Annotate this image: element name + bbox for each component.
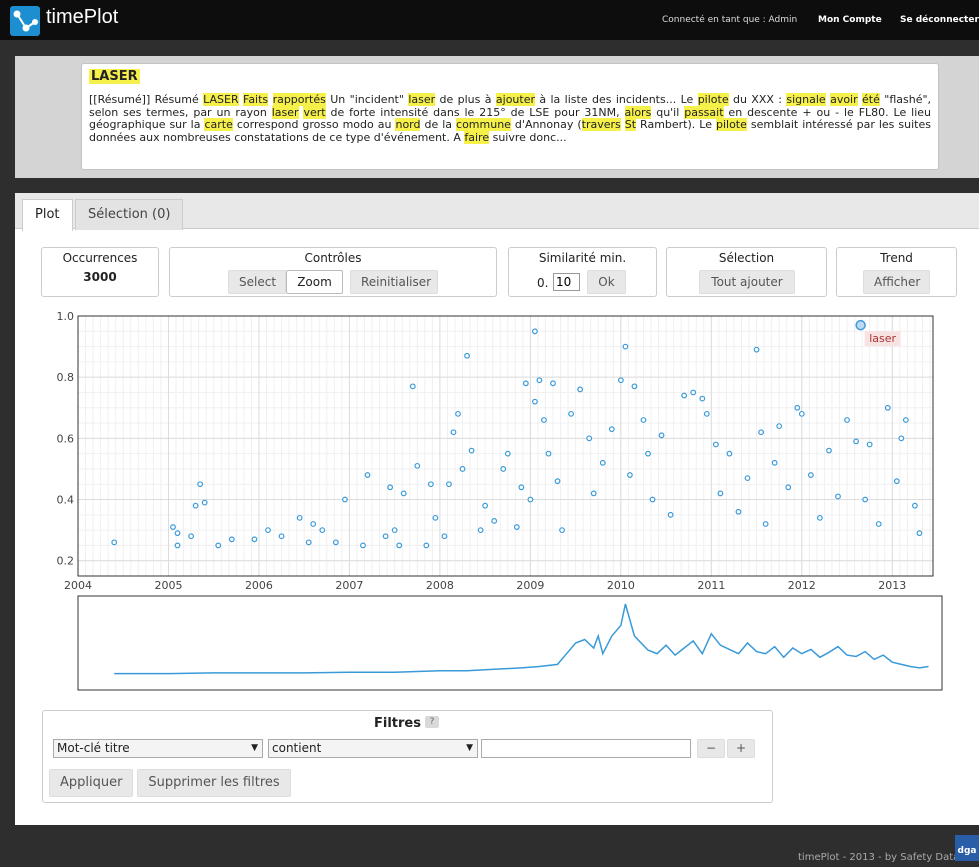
operator-select[interactable]: contient ▼ [268,739,478,758]
filter-value-input[interactable] [481,739,691,758]
zoom-mode-button[interactable]: Zoom [286,270,343,294]
similarity-label: Similarité min. [538,251,627,265]
add-all-button[interactable]: Tout ajouter [699,270,795,294]
dga-logo: dga [955,835,979,861]
reset-button[interactable]: Reinitialiser [350,270,438,294]
account-link[interactable]: Mon Compte [818,15,882,25]
logout-link[interactable]: Se déconnecter [900,15,979,25]
selection-label: Sélection [718,251,775,265]
field-select-value: Mot-clé titre [57,741,130,755]
add-filter-button[interactable]: + [727,739,755,758]
filters-title: Filtres [374,716,421,731]
similarity-input[interactable] [553,273,580,291]
app-name: timePlot [46,6,119,28]
similarity-ok-button[interactable]: Ok [587,270,626,294]
footer-text: timePlot - 2013 - by Safety Data™ for [798,852,979,863]
document-excerpt: [[Résumé]] Résumé LASER Faits rapportés … [89,93,932,144]
select-mode-button[interactable]: Select [228,270,286,294]
caret-down-icon: ▼ [251,743,258,753]
remove-filter-button[interactable]: − [697,739,725,758]
document-title: LASER [89,69,140,84]
remove-filters-button[interactable]: Supprimer les filtres [137,769,291,797]
logo-icon [10,6,40,36]
logged-in-user: Connecté en tant que : Admin [662,15,798,25]
operator-select-value: contient [272,741,322,755]
apply-filters-button[interactable]: Appliquer [49,769,133,797]
trend-show-button[interactable]: Afficher [863,270,930,294]
help-icon[interactable]: ? [425,716,439,728]
occurrences-label: Occurrences [62,251,138,265]
controls-label: Contrôles [304,251,362,265]
occurrences-count: 3000 [83,270,117,284]
similarity-prefix: 0. [537,276,549,290]
tab-plot[interactable]: Plot [22,199,73,231]
field-select[interactable]: Mot-clé titre ▼ [53,739,263,758]
caret-down-icon: ▼ [466,743,473,753]
tab-selection[interactable]: Sélection (0) [75,199,184,230]
trend-label: Trend [880,251,913,265]
